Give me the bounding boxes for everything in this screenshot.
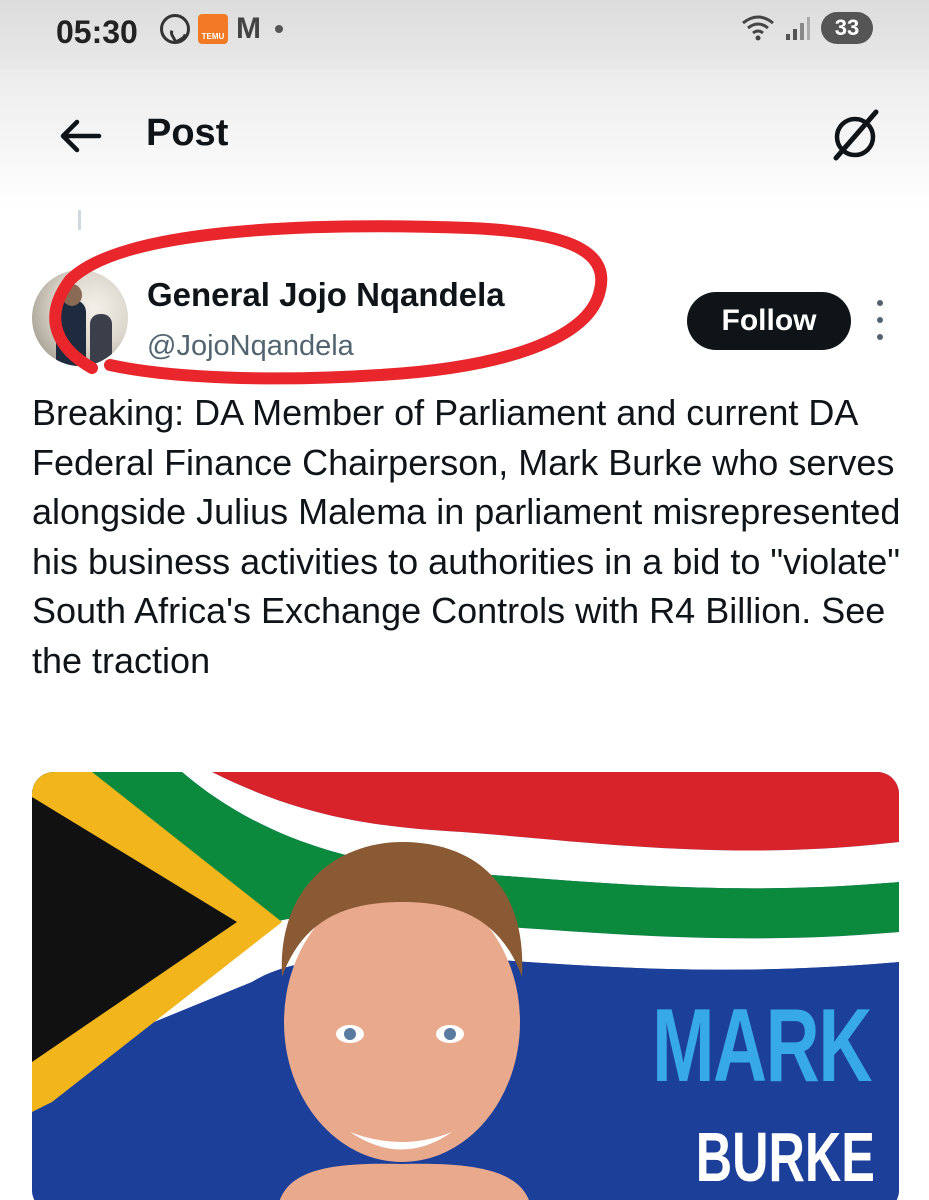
post-text: Breaking: DA Member of Parliament and cu… [32, 392, 901, 681]
signal-icon [785, 14, 811, 42]
more-notifications-icon [275, 25, 283, 33]
gmail-icon: M [236, 12, 261, 45]
grok-icon [833, 109, 879, 161]
post-media-image[interactable]: MARK BURKE [32, 772, 899, 1200]
status-time: 05:30 [56, 14, 138, 50]
avatar-figure [56, 300, 86, 366]
notification-icons: TEMU M [160, 14, 283, 44]
media-name-line-2: BURKE [695, 1118, 875, 1196]
top-app-bar: Post [0, 70, 929, 210]
whatsapp-icon [160, 14, 190, 44]
arrow-left-icon [60, 119, 102, 153]
wifi-icon [741, 13, 775, 43]
avatar[interactable] [32, 270, 128, 366]
more-vertical-icon [877, 300, 883, 306]
author-handle[interactable]: @JojoNqandela [147, 330, 354, 363]
author-display-name[interactable]: General Jojo Nqandela [147, 276, 505, 314]
thread-connector [78, 210, 81, 230]
follow-button[interactable]: Follow [687, 292, 851, 350]
status-bar: 05:30 TEMU M 33 [0, 0, 929, 70]
more-vertical-icon-dot [877, 317, 883, 323]
avatar-figure-head [62, 284, 82, 306]
avatar-figure-secondary [90, 314, 112, 366]
grok-button[interactable] [826, 106, 884, 164]
page-title: Post [146, 112, 229, 154]
more-options-button[interactable] [870, 300, 890, 340]
back-button[interactable] [55, 110, 107, 162]
media-name-line-1: MARK [652, 988, 872, 1104]
system-icons: 33 [741, 12, 873, 44]
more-vertical-icon-dot [877, 334, 883, 340]
temu-icon: TEMU [198, 14, 228, 44]
battery-indicator: 33 [821, 12, 873, 44]
